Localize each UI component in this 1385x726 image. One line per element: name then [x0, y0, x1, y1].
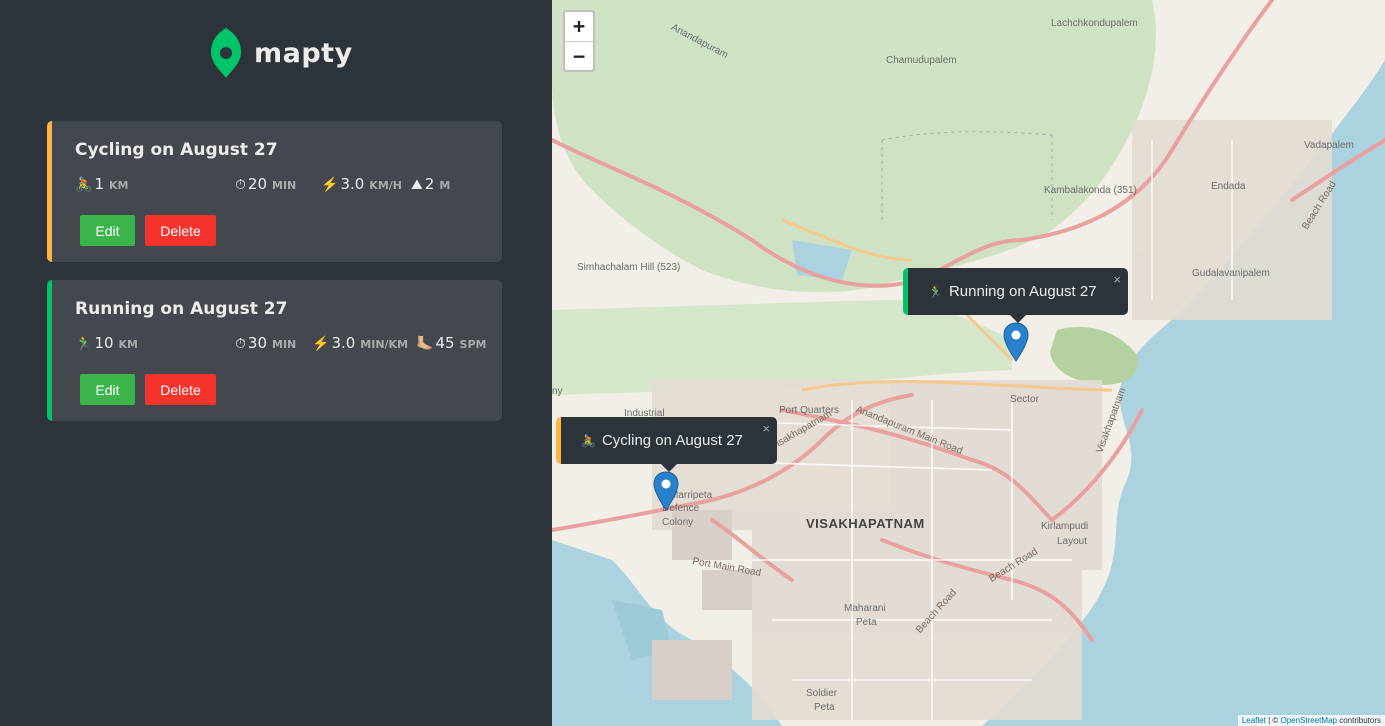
workout-duration: ⏱ 20 min: [235, 175, 296, 193]
workout-running[interactable]: Running on August 27 🏃‍♂️ 10 km ⏱ 30 min…: [47, 280, 502, 421]
elevation-value: 2: [424, 175, 435, 193]
elevation-unit: m: [439, 179, 451, 192]
map-pin-icon: [211, 28, 241, 78]
workout-distance: 🏃‍♂️ 10 km: [75, 334, 138, 352]
close-icon[interactable]: ×: [762, 421, 770, 436]
map-label: Sector: [1010, 394, 1039, 405]
popup-text: Running on August 27: [948, 283, 1097, 300]
workout-speed: ⚡️ 3.0 km/h: [321, 175, 402, 193]
workout-elevation: ⛰ 2 m: [411, 175, 450, 193]
map-label: Soldier: [806, 688, 838, 699]
mountain-icon: ⛰: [411, 177, 423, 193]
close-icon[interactable]: ×: [1113, 272, 1121, 287]
osm-link[interactable]: OpenStreetMap: [1280, 716, 1336, 725]
stopwatch-icon: ⏱: [235, 177, 246, 193]
workout-duration: ⏱ 30 min: [235, 334, 296, 352]
cyclist-icon: 🚴: [75, 177, 93, 193]
sidebar: mapty Cycling on August 27 🚴 1 km ⏱ 20 m…: [0, 0, 552, 726]
cyclist-icon: 🚴: [581, 433, 596, 448]
workout-pace: ⚡️ 3.0 min/km: [312, 334, 408, 352]
speed-unit: km/h: [369, 179, 402, 192]
map-label: ny: [552, 386, 563, 397]
workout-cadence: 🦶🏼 45 spm: [416, 334, 486, 352]
map-tiles[interactable]: [552, 0, 1385, 726]
zoom-out-button[interactable]: −: [565, 41, 593, 70]
runner-icon: 🏃‍♂️: [928, 284, 943, 299]
running-popup[interactable]: 🏃‍♂️ Running on August 27 ×: [903, 268, 1128, 323]
speed-value: 3.0: [340, 175, 365, 193]
leaflet-link[interactable]: Leaflet: [1242, 716, 1266, 725]
map-label: Simhachalam Hill (523): [577, 262, 681, 273]
map-label: Gudalavanipalem: [1192, 268, 1270, 279]
distance-value: 1: [94, 175, 104, 193]
map-label: Peta: [856, 617, 877, 628]
logo: mapty: [208, 26, 353, 80]
map-label: Kambalakonda (351): [1044, 185, 1137, 196]
map-label: Lachchkondupalem: [1051, 18, 1138, 29]
cadence-unit: spm: [459, 338, 487, 351]
workout-distance: 🚴 1 km: [75, 175, 128, 193]
zoom-in-button[interactable]: +: [565, 12, 593, 41]
delete-button[interactable]: Delete: [145, 215, 216, 246]
pace-unit: min/km: [360, 338, 409, 351]
map-label: Kirlampudi: [1041, 521, 1089, 532]
workout-title: Cycling on August 27: [75, 140, 278, 160]
lightning-icon: ⚡️: [321, 177, 339, 193]
workout-title: Running on August 27: [75, 299, 288, 319]
map-marker-icon[interactable]: [653, 471, 679, 511]
map-label: Layout: [1057, 536, 1088, 547]
duration-value: 30: [247, 334, 268, 352]
logo-text: mapty: [254, 37, 353, 69]
map[interactable]: Lachchkondupalem Anandapuram Chamudupale…: [552, 0, 1385, 726]
delete-button[interactable]: Delete: [145, 374, 216, 405]
edit-button[interactable]: Edit: [80, 374, 135, 405]
distance-value: 10: [94, 334, 114, 352]
map-label: Colony: [662, 517, 694, 528]
stopwatch-icon: ⏱: [235, 336, 246, 352]
runner-icon: 🏃‍♂️: [75, 336, 93, 352]
distance-unit: km: [108, 179, 129, 192]
map-marker-icon[interactable]: [1003, 322, 1029, 362]
edit-button[interactable]: Edit: [80, 215, 135, 246]
duration-unit: min: [272, 338, 297, 351]
map-label: Peta: [814, 702, 835, 713]
map-label: Vadapalem: [1304, 140, 1354, 151]
map-attribution: Leaflet | © OpenStreetMap contributors: [1237, 715, 1385, 726]
zoom-control: + −: [563, 10, 595, 72]
foot-icon: 🦶🏼: [416, 336, 434, 352]
cadence-value: 45: [435, 334, 455, 352]
cycling-popup[interactable]: 🚴 Cycling on August 27 ×: [556, 417, 777, 472]
duration-unit: min: [272, 179, 297, 192]
attribution-sep: | ©: [1265, 716, 1281, 725]
pace-value: 3.0: [331, 334, 356, 352]
lightning-icon: ⚡️: [312, 336, 330, 352]
workout-cycling[interactable]: Cycling on August 27 🚴 1 km ⏱ 20 min ⚡️ …: [47, 121, 502, 262]
attribution-rest: contributors: [1336, 716, 1381, 725]
map-label: Endada: [1211, 181, 1246, 192]
city-label: VISAKHAPATNAM: [806, 516, 925, 531]
map-label: Maharani: [844, 603, 886, 614]
distance-unit: km: [118, 338, 139, 351]
duration-value: 20: [247, 175, 268, 193]
popup-text: Cycling on August 27: [601, 432, 743, 449]
map-label: Chamudupalem: [886, 55, 957, 66]
